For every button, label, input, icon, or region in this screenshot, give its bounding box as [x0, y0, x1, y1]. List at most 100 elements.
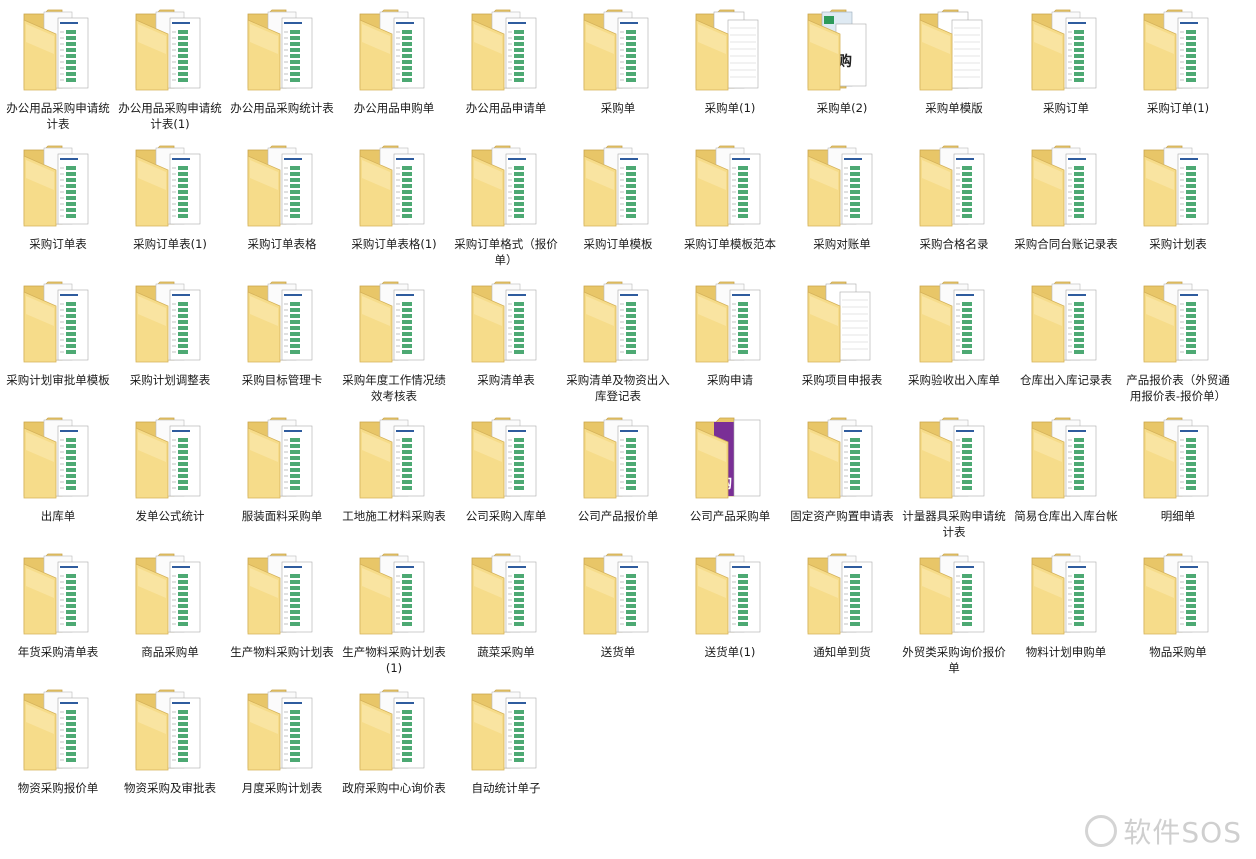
folder-item[interactable]: 生产物料采购计划表(1) [338, 548, 450, 678]
folder-item[interactable]: 物品采购单 [1122, 548, 1234, 678]
folder-item[interactable]: 购公司产品采购单 [674, 412, 786, 542]
folder-label: 采购订单表格(1) [351, 237, 437, 251]
folder-item[interactable]: 采购订单模板范本 [674, 140, 786, 270]
folder-item[interactable]: 外贸类采购询价报价单 [898, 548, 1010, 678]
folder-label: 采购订单表(1) [133, 237, 207, 251]
folder-icon [134, 280, 210, 364]
folder-item[interactable]: 通知单到货 [786, 548, 898, 678]
folder-icon [134, 8, 210, 92]
folder-icon [1030, 280, 1106, 364]
folder-item[interactable]: 采购订单(1) [1122, 4, 1234, 134]
folder-item[interactable]: 办公用品采购统计表 [226, 4, 338, 134]
folder-item[interactable]: 采购计划表 [1122, 140, 1234, 270]
folder-item[interactable]: 采购年度工作情况绩效考核表 [338, 276, 450, 406]
folder-item[interactable]: 采购计划审批单模板 [2, 276, 114, 406]
folder-item[interactable]: 采购计划调整表 [114, 276, 226, 406]
folder-item[interactable]: 送货单(1) [674, 548, 786, 678]
folder-item[interactable]: 采购订单 [1010, 4, 1122, 134]
folder-item[interactable]: 政府采购中心询价表 [338, 684, 450, 814]
folder-icon [470, 552, 546, 636]
folder-item[interactable]: 采购清单及物资出入库登记表 [562, 276, 674, 406]
folder-item[interactable]: 工地施工材料采购表 [338, 412, 450, 542]
folder-item[interactable]: 办公用品采购申请统计表 [2, 4, 114, 134]
folder-item[interactable]: 送货单 [562, 548, 674, 678]
folder-item[interactable]: 自动统计单子 [450, 684, 562, 814]
folder-icon [246, 280, 322, 364]
folder-item[interactable]: 采购订单模板 [562, 140, 674, 270]
folder-item[interactable]: 办公用品采购申请统计表(1) [114, 4, 226, 134]
folder-item[interactable]: 简易仓库出入库台帐 [1010, 412, 1122, 542]
folder-icon [22, 280, 98, 364]
folder-item[interactable]: 蔬菜采购单 [450, 548, 562, 678]
folder-label: 采购计划表 [1149, 237, 1207, 251]
folder-icon [806, 552, 882, 636]
folder-label: 办公用品申购单 [353, 101, 435, 115]
folder-label: 采购单模版 [925, 101, 983, 115]
folder-item[interactable]: 采购单 [562, 4, 674, 134]
folder-item[interactable]: 采购合同台账记录表 [1010, 140, 1122, 270]
folder-icon [246, 416, 322, 500]
folder-label: 明细单 [1160, 509, 1196, 523]
folder-item[interactable]: 公司产品报价单 [562, 412, 674, 542]
folder-icon [918, 552, 994, 636]
folder-icon [358, 688, 434, 772]
folder-label: 服装面料采购单 [241, 509, 323, 523]
folder-item[interactable]: 采购目标管理卡 [226, 276, 338, 406]
folder-item[interactable]: 采购对账单 [786, 140, 898, 270]
folder-item[interactable]: 采购合格名录 [898, 140, 1010, 270]
folder-label: 送货单 [600, 645, 636, 659]
folder-label: 采购订单 [1043, 101, 1089, 115]
folder-item[interactable]: 采购订单格式（报价单） [450, 140, 562, 270]
folder-label: 采购验收出入库单 [908, 373, 1000, 387]
folder-item[interactable]: 年货采购清单表 [2, 548, 114, 678]
folder-icon [358, 280, 434, 364]
folder-item[interactable]: 采购采购单(2) [786, 4, 898, 134]
folder-item[interactable]: 产品报价表（外贸通用报价表-报价单） [1122, 276, 1234, 406]
folder-label: 公司采购入库单 [465, 509, 547, 523]
folder-item[interactable]: 采购项目申报表 [786, 276, 898, 406]
folder-label: 仓库出入库记录表 [1020, 373, 1112, 387]
folder-item[interactable]: 仓库出入库记录表 [1010, 276, 1122, 406]
folder-item[interactable]: 采购申请 [674, 276, 786, 406]
folder-item[interactable]: 出库单 [2, 412, 114, 542]
folder-label: 采购清单表 [477, 373, 535, 387]
folder-item[interactable]: 物资采购报价单 [2, 684, 114, 814]
folder-item[interactable]: 采购订单表格 [226, 140, 338, 270]
folder-icon [470, 280, 546, 364]
folder-item[interactable]: 采购清单表 [450, 276, 562, 406]
folder-item[interactable]: 采购订单表格(1) [338, 140, 450, 270]
folder-item[interactable]: 物料计划申购单 [1010, 548, 1122, 678]
folder-item[interactable]: 物资采购及审批表 [114, 684, 226, 814]
folder-label: 商品采购单 [141, 645, 199, 659]
folder-icon [582, 416, 658, 500]
folder-item[interactable]: 公司采购入库单 [450, 412, 562, 542]
folder-item[interactable]: 月度采购计划表 [226, 684, 338, 814]
folder-label: 采购订单模板范本 [684, 237, 776, 251]
folder-icon [246, 552, 322, 636]
folder-item[interactable]: 采购验收出入库单 [898, 276, 1010, 406]
folder-label: 采购计划审批单模板 [6, 373, 110, 387]
folder-item[interactable]: 发单公式统计 [114, 412, 226, 542]
folder-item[interactable]: 办公用品申购单 [338, 4, 450, 134]
folder-item[interactable]: 明细单 [1122, 412, 1234, 542]
folder-item[interactable]: 办公用品申请单 [450, 4, 562, 134]
folder-item[interactable]: 计量器具采购申请统计表 [898, 412, 1010, 542]
folder-item[interactable]: 采购单模版 [898, 4, 1010, 134]
folder-item[interactable]: 采购单(1) [674, 4, 786, 134]
folder-label: 公司产品报价单 [577, 509, 659, 523]
folder-item[interactable]: 采购订单表(1) [114, 140, 226, 270]
folder-icon [22, 552, 98, 636]
folder-label: 简易仓库出入库台帐 [1014, 509, 1118, 523]
folder-label: 办公用品采购申请统计表 [6, 101, 110, 131]
folder-item[interactable]: 固定资产购置申请表 [786, 412, 898, 542]
folder-item[interactable]: 生产物料采购计划表 [226, 548, 338, 678]
folder-icon [1030, 8, 1106, 92]
folder-icon [246, 144, 322, 228]
folder-icon [358, 416, 434, 500]
folder-label: 采购订单格式（报价单） [454, 237, 558, 267]
folder-label: 采购订单表格 [247, 237, 317, 251]
folder-icon [582, 8, 658, 92]
folder-item[interactable]: 商品采购单 [114, 548, 226, 678]
folder-item[interactable]: 采购订单表 [2, 140, 114, 270]
folder-item[interactable]: 服装面料采购单 [226, 412, 338, 542]
